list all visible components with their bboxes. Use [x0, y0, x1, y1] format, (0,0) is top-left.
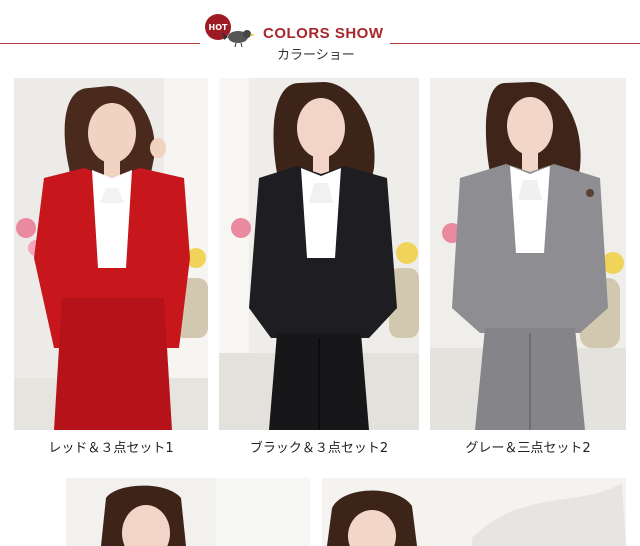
product-caption-red[interactable]: レッド＆３点セット1 — [14, 437, 208, 456]
product-photo-grey[interactable] — [430, 78, 626, 430]
colors-show-header: HOT COLORS SHOW カラーショー — [0, 0, 640, 70]
product-caption-black[interactable]: ブラック＆３点セット2 — [219, 437, 419, 456]
section-subtitle: カラーショー — [277, 48, 355, 63]
product-photo-bottom-right[interactable] — [322, 478, 626, 546]
header-rule-right — [390, 43, 640, 44]
header-rule-left — [0, 43, 200, 44]
product-photo-bottom-left[interactable] — [66, 478, 310, 546]
product-photo-black[interactable] — [219, 78, 419, 430]
bird-icon — [222, 30, 255, 48]
product-photo-red[interactable] — [14, 78, 208, 430]
section-title: COLORS SHOW — [263, 25, 384, 42]
product-caption-grey[interactable]: グレー＆三点セット2 — [430, 437, 626, 456]
